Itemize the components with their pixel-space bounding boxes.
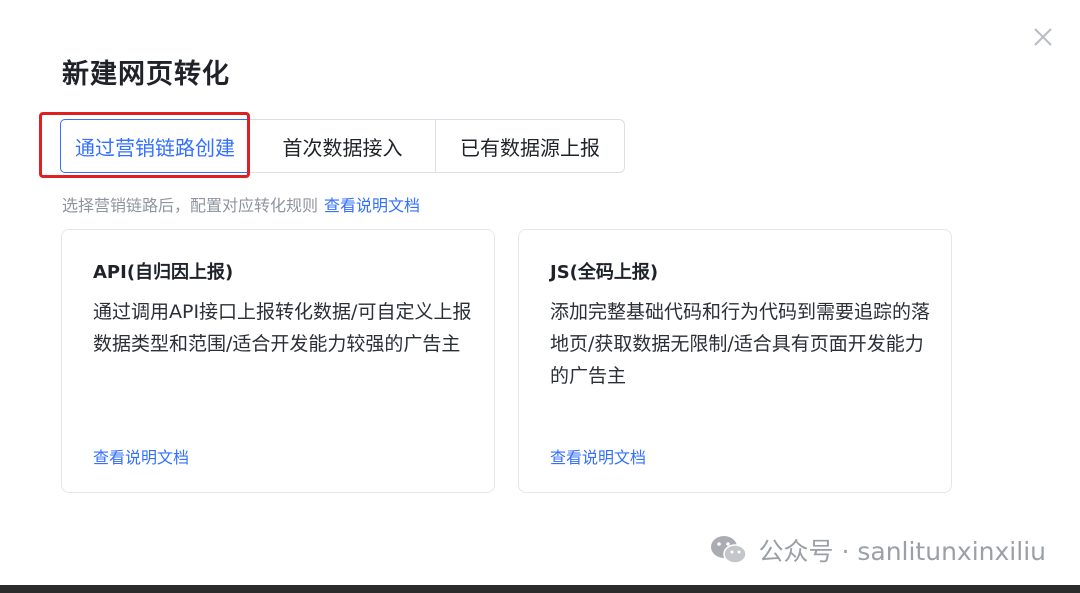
watermark-text: 公众号 · sanlitunxinxiliu (758, 537, 1046, 566)
watermark: 公众号 · sanlitunxinxiliu (709, 532, 1046, 568)
new-web-conversion-dialog: 新建网页转化 通过营销链路创建 首次数据接入 已有数据源上报 选择营销链路后，配… (0, 0, 1080, 585)
creation-method-tabs: 通过营销链路创建 首次数据接入 已有数据源上报 (60, 119, 625, 173)
card-doc-link[interactable]: 查看说明文档 (550, 444, 646, 468)
tab-existing-data-source[interactable]: 已有数据源上报 (436, 120, 624, 172)
hint-doc-link[interactable]: 查看说明文档 (324, 196, 420, 215)
dialog-title: 新建网页转化 (62, 59, 230, 90)
card-description: 通过调用API接口上报转化数据/可自定义上报数据类型和范围/适合开发能力较强的广… (93, 301, 472, 355)
js-option-card[interactable]: JS(全码上报) 添加完整基础代码和行为代码到需要追踪的落地页/获取数据无限制/… (518, 229, 952, 493)
card-title: JS(全码上报) (550, 262, 659, 283)
close-icon (1034, 28, 1052, 46)
tab-first-data-access[interactable]: 首次数据接入 (250, 120, 436, 172)
hint-text: 选择营销链路后，配置对应转化规则 查看说明文档 (62, 192, 420, 216)
api-option-card[interactable]: API(自归因上报) 通过调用API接口上报转化数据/可自定义上报数据类型和范围… (61, 229, 495, 493)
hint-label: 选择营销链路后，配置对应转化规则 (62, 196, 319, 215)
bottom-strip (0, 585, 1080, 593)
card-description: 添加完整基础代码和行为代码到需要追踪的落地页/获取数据无限制/适合具有页面开发能… (550, 301, 931, 387)
wechat-icon (710, 536, 747, 564)
card-doc-link[interactable]: 查看说明文档 (93, 444, 189, 468)
card-title: API(自归因上报) (93, 262, 234, 283)
close-button[interactable] (1028, 22, 1058, 52)
tab-marketing-funnel[interactable]: 通过营销链路创建 (60, 119, 250, 173)
